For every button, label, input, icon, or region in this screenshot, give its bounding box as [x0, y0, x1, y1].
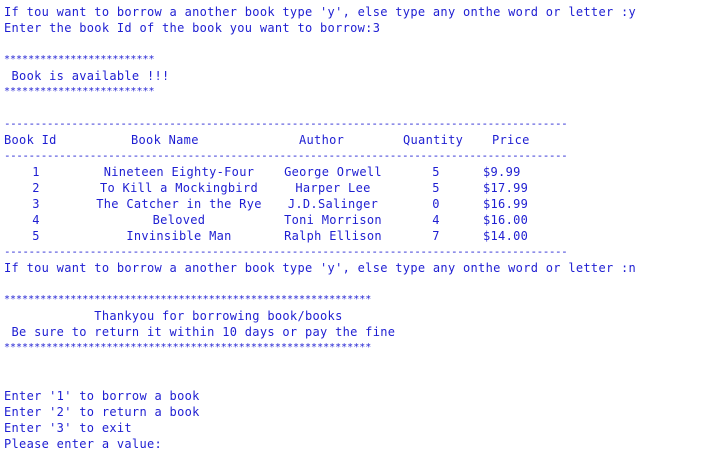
cell-quantity: 7 — [432, 229, 440, 243]
cell-book-id: 3 — [32, 197, 40, 211]
cell-author: George Orwell — [284, 165, 382, 179]
header-quantity: Quantity — [403, 133, 464, 147]
cell-price: $16.00 — [483, 213, 529, 227]
value-input-prompt[interactable]: Please enter a value: — [4, 436, 716, 448]
cell-quantity: 5 — [432, 165, 440, 179]
table-header-row: Book Id Book Name Author Quantity Price — [4, 132, 716, 148]
cell-book-id: 5 — [32, 229, 40, 243]
cell-author: J.D.Salinger — [287, 197, 379, 211]
header-price: Price — [492, 133, 530, 147]
header-author: Author — [299, 133, 345, 147]
cell-book-id: 4 — [32, 213, 40, 227]
table-row: 3 The Catcher in the Rye J.D.Salinger 0 … — [4, 196, 716, 212]
cell-book-name: Nineteen Eighty-Four — [103, 165, 255, 179]
menu-option-borrow: Enter '1' to borrow a book — [4, 389, 200, 403]
dash-separator: ----------------------------------------… — [4, 245, 568, 258]
menu-option-exit: Enter '3' to exit — [4, 421, 132, 435]
dash-separator: ----------------------------------------… — [4, 117, 568, 130]
cell-price: $17.99 — [483, 181, 529, 195]
cell-price: $14.00 — [483, 229, 529, 243]
menu-option-return: Enter '2' to return a book — [4, 405, 200, 419]
cell-book-id: 1 — [32, 165, 40, 179]
dash-separator: ----------------------------------------… — [4, 149, 568, 162]
cell-author: Toni Morrison — [284, 213, 382, 227]
header-book-name: Book Name — [131, 133, 199, 147]
console-output[interactable]: If tou want to borrow a another book typ… — [4, 4, 716, 448]
table-row: 2 To Kill a Mockingbird Harper Lee 5 $17… — [4, 180, 716, 196]
cell-book-id: 2 — [32, 181, 40, 195]
cell-author: Harper Lee — [295, 181, 371, 195]
cell-book-name: To Kill a Mockingbird — [99, 181, 259, 195]
cell-price: $16.99 — [483, 197, 529, 211]
cell-book-name: The Catcher in the Rye — [96, 197, 262, 211]
thankyou-message: Thankyou for borrowing book/books — [4, 309, 343, 323]
borrow-another-prompt: If tou want to borrow a another book typ… — [4, 261, 637, 275]
cell-author: Ralph Ellison — [284, 229, 382, 243]
table-row: 4 Beloved Toni Morrison 4 $16.00 — [4, 212, 716, 228]
header-book-id: Book Id — [4, 133, 57, 147]
borrow-another-prompt: If tou want to borrow a another book typ… — [4, 5, 637, 19]
cell-book-name: Beloved — [152, 213, 206, 227]
availability-message: Book is available !!! — [4, 69, 170, 83]
return-reminder: Be sure to return it within 10 days or p… — [4, 325, 396, 339]
star-separator: ************************* — [4, 54, 155, 65]
star-separator: ************************* — [4, 86, 155, 97]
star-separator: ****************************************… — [4, 294, 372, 305]
star-separator: ****************************************… — [4, 342, 372, 353]
cell-price: $9.99 — [483, 165, 521, 179]
cell-quantity: 5 — [432, 181, 440, 195]
cell-quantity: 0 — [432, 197, 440, 211]
cell-quantity: 4 — [432, 213, 440, 227]
book-id-prompt: Enter the book Id of the book you want t… — [4, 21, 381, 35]
cell-book-name: Invinsible Man — [126, 229, 232, 243]
table-row: 1 Nineteen Eighty-Four George Orwell 5 $… — [4, 164, 716, 180]
table-row: 5 Invinsible Man Ralph Ellison 7 $14.00 — [4, 228, 716, 244]
